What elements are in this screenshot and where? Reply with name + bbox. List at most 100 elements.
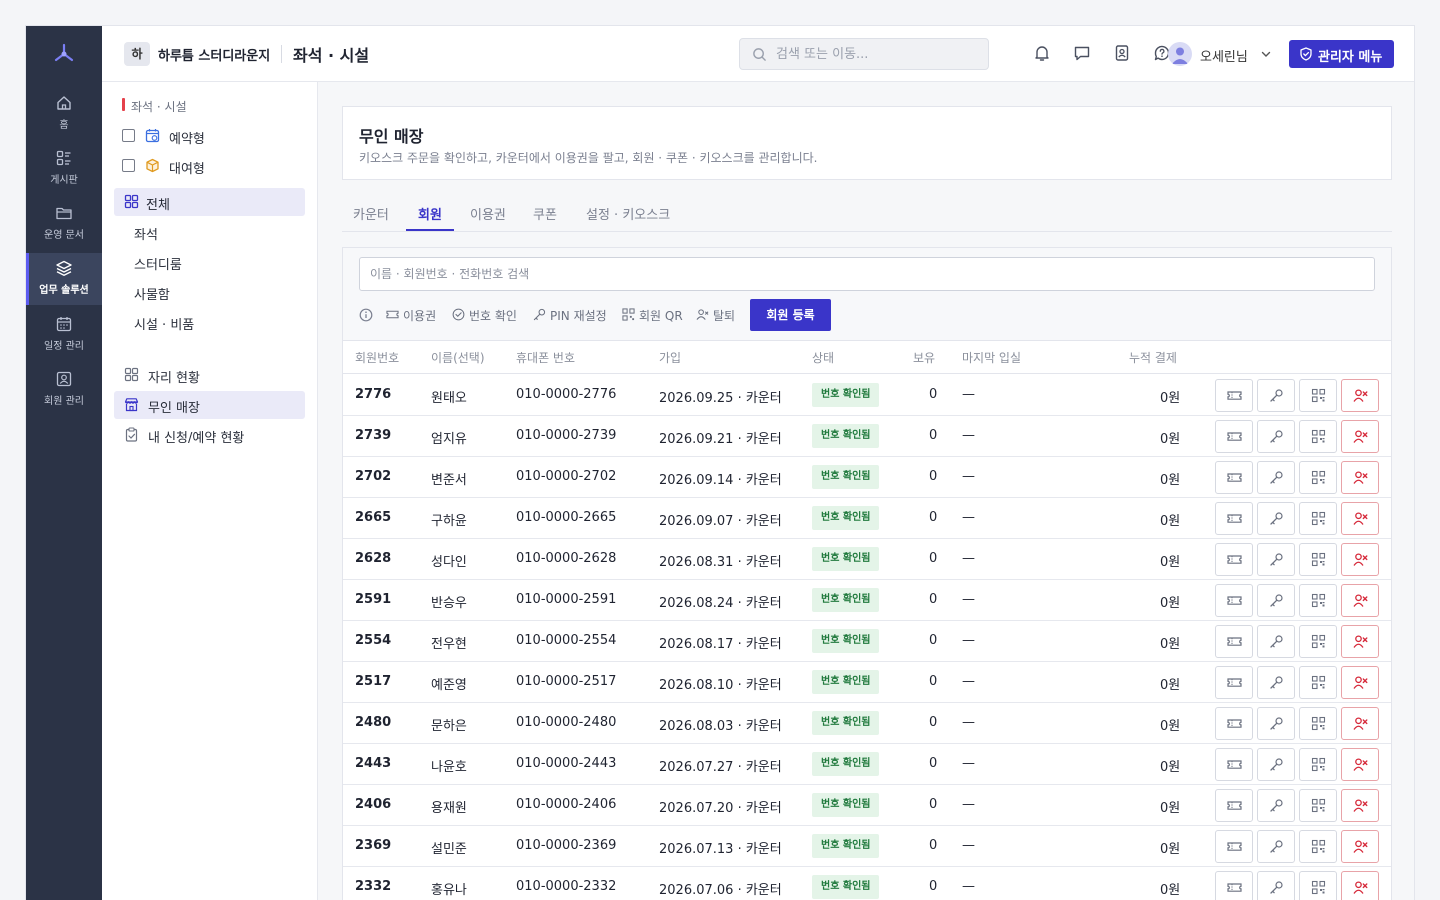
- member-search-input[interactable]: [370, 258, 1360, 290]
- row-passes-button[interactable]: [1215, 707, 1253, 740]
- row-withdraw-button[interactable]: [1341, 830, 1379, 863]
- row-reset-pin-button[interactable]: [1257, 789, 1295, 822]
- row-withdraw-button[interactable]: [1341, 461, 1379, 494]
- row-reset-pin-button[interactable]: [1257, 461, 1295, 494]
- col-header-id[interactable]: 회원번호: [355, 349, 399, 366]
- global-search-input[interactable]: [776, 39, 976, 69]
- row-withdraw-button[interactable]: [1341, 748, 1379, 781]
- rail-item-3[interactable]: 업무 솔루션: [26, 253, 102, 305]
- row-qr-button[interactable]: [1299, 625, 1337, 658]
- row-reset-pin-button[interactable]: [1257, 584, 1295, 617]
- rental-checkbox[interactable]: [122, 159, 135, 172]
- table-row[interactable]: 2517 예준영 010-0000-2517 2026.08.10 · 카운터 번호 확…: [343, 662, 1391, 703]
- row-qr-button[interactable]: [1299, 461, 1337, 494]
- row-reset-pin-button[interactable]: [1257, 625, 1295, 658]
- table-row[interactable]: 2480 문하은 010-0000-2480 2026.08.03 · 카운터 번호 확…: [343, 703, 1391, 744]
- sidebar-link-my-requests[interactable]: 내 신청/예약 현황: [114, 421, 305, 449]
- rail-item-5[interactable]: 회원 관리: [26, 364, 102, 416]
- row-reset-pin-button[interactable]: [1257, 707, 1295, 740]
- row-passes-button[interactable]: [1215, 461, 1253, 494]
- row-reset-pin-button[interactable]: [1257, 830, 1295, 863]
- row-reset-pin-button[interactable]: [1257, 379, 1295, 412]
- table-row[interactable]: 2702 변준서 010-0000-2702 2026.09.14 · 카운터 번호 확…: [343, 457, 1391, 498]
- table-row[interactable]: 2554 전우현 010-0000-2554 2026.08.17 · 카운터 번호 확…: [343, 621, 1391, 662]
- tab-passes[interactable]: 이용권: [470, 204, 506, 223]
- row-withdraw-button[interactable]: [1341, 789, 1379, 822]
- rail-item-2[interactable]: 운영 문서: [26, 198, 102, 250]
- row-passes-button[interactable]: [1215, 871, 1253, 900]
- table-row[interactable]: 2628 성다인 010-0000-2628 2026.08.31 · 카운터 번호 확…: [343, 539, 1391, 580]
- sidebar-item-all[interactable]: 전체: [114, 188, 305, 216]
- row-withdraw-button[interactable]: [1341, 871, 1379, 900]
- sidebar-subitem-seat[interactable]: 좌석: [114, 218, 305, 246]
- rail-item-0[interactable]: 홈: [26, 88, 102, 140]
- row-withdraw-button[interactable]: [1341, 666, 1379, 699]
- sidebar-filter-reservation[interactable]: 예약형: [114, 122, 305, 150]
- info-icon[interactable]: [359, 308, 373, 322]
- row-withdraw-button[interactable]: [1341, 625, 1379, 658]
- rail-item-4[interactable]: 일정 관리: [26, 309, 102, 361]
- col-header-phone[interactable]: 휴대폰 번호: [516, 349, 575, 366]
- brand-badge[interactable]: 하: [124, 42, 150, 66]
- row-withdraw-button[interactable]: [1341, 420, 1379, 453]
- row-withdraw-button[interactable]: [1341, 502, 1379, 535]
- row-withdraw-button[interactable]: [1341, 707, 1379, 740]
- row-qr-button[interactable]: [1299, 379, 1337, 412]
- row-reset-pin-button[interactable]: [1257, 502, 1295, 535]
- table-row[interactable]: 2739 엄지유 010-0000-2739 2026.09.21 · 카운터 번호 확…: [343, 416, 1391, 457]
- sidebar-link-seat-status[interactable]: 자리 현황: [114, 361, 305, 389]
- tab-settings-kiosk[interactable]: 설정 · 키오스크: [586, 204, 670, 223]
- brand-name[interactable]: 하루틈 스터디라운지: [158, 45, 270, 64]
- member-search[interactable]: [359, 257, 1375, 291]
- row-passes-button[interactable]: [1215, 543, 1253, 576]
- col-header-name[interactable]: 이름(선택): [431, 349, 485, 366]
- rail-item-1[interactable]: 게시판: [26, 143, 102, 195]
- table-row[interactable]: 2776 원태오 010-0000-2776 2026.09.25 · 카운터 번호 확…: [343, 375, 1391, 416]
- row-passes-button[interactable]: [1215, 789, 1253, 822]
- row-qr-button[interactable]: [1299, 584, 1337, 617]
- sidebar-link-unmanned-store[interactable]: 무인 매장: [114, 391, 305, 419]
- row-reset-pin-button[interactable]: [1257, 543, 1295, 576]
- row-reset-pin-button[interactable]: [1257, 748, 1295, 781]
- table-row[interactable]: 2369 설민준 010-0000-2369 2026.07.13 · 카운터 번호 확…: [343, 826, 1391, 867]
- sidebar-subitem-facility[interactable]: 시설 · 비품: [114, 308, 305, 336]
- bell-icon[interactable]: [1033, 44, 1053, 64]
- row-reset-pin-button[interactable]: [1257, 666, 1295, 699]
- row-reset-pin-button[interactable]: [1257, 420, 1295, 453]
- row-qr-button[interactable]: [1299, 871, 1337, 900]
- tab-counter[interactable]: 카운터: [353, 204, 389, 223]
- col-header-last-entry[interactable]: 마지막 입실: [962, 349, 1021, 366]
- row-qr-button[interactable]: [1299, 502, 1337, 535]
- admin-menu-button[interactable]: 관리자 메뉴: [1289, 40, 1394, 68]
- table-row[interactable]: 2332 홍유나 010-0000-2332 2026.07.06 · 카운터 번호 확…: [343, 867, 1391, 900]
- row-passes-button[interactable]: [1215, 830, 1253, 863]
- table-row[interactable]: 2443 나윤호 010-0000-2443 2026.07.27 · 카운터 번호 확…: [343, 744, 1391, 785]
- row-passes-button[interactable]: [1215, 420, 1253, 453]
- app-logo-icon[interactable]: [50, 40, 78, 68]
- global-search[interactable]: [739, 38, 989, 70]
- row-qr-button[interactable]: [1299, 707, 1337, 740]
- row-withdraw-button[interactable]: [1341, 584, 1379, 617]
- sidebar-subitem-studyroom[interactable]: 스터디룸: [114, 248, 305, 276]
- row-passes-button[interactable]: [1215, 584, 1253, 617]
- row-passes-button[interactable]: [1215, 379, 1253, 412]
- table-row[interactable]: 2591 반승우 010-0000-2591 2026.08.24 · 카운터 번호 확…: [343, 580, 1391, 621]
- row-qr-button[interactable]: [1299, 666, 1337, 699]
- row-withdraw-button[interactable]: [1341, 379, 1379, 412]
- sidebar-filter-rental[interactable]: 대여형: [114, 152, 305, 180]
- contacts-icon[interactable]: [1113, 44, 1133, 64]
- col-header-held[interactable]: 보유: [913, 349, 935, 366]
- table-row[interactable]: 2406 용재원 010-0000-2406 2026.07.20 · 카운터 번호 확…: [343, 785, 1391, 826]
- reservation-checkbox[interactable]: [122, 129, 135, 142]
- chat-icon[interactable]: [1073, 44, 1093, 64]
- col-header-total-paid[interactable]: 누적 결제: [1129, 349, 1177, 366]
- row-qr-button[interactable]: [1299, 789, 1337, 822]
- tab-members[interactable]: 회원: [418, 204, 442, 223]
- row-reset-pin-button[interactable]: [1257, 871, 1295, 900]
- row-passes-button[interactable]: [1215, 748, 1253, 781]
- col-header-joined[interactable]: 가입: [659, 349, 681, 366]
- row-passes-button[interactable]: [1215, 625, 1253, 658]
- sidebar-subitem-locker[interactable]: 사물함: [114, 278, 305, 306]
- row-qr-button[interactable]: [1299, 748, 1337, 781]
- row-passes-button[interactable]: [1215, 502, 1253, 535]
